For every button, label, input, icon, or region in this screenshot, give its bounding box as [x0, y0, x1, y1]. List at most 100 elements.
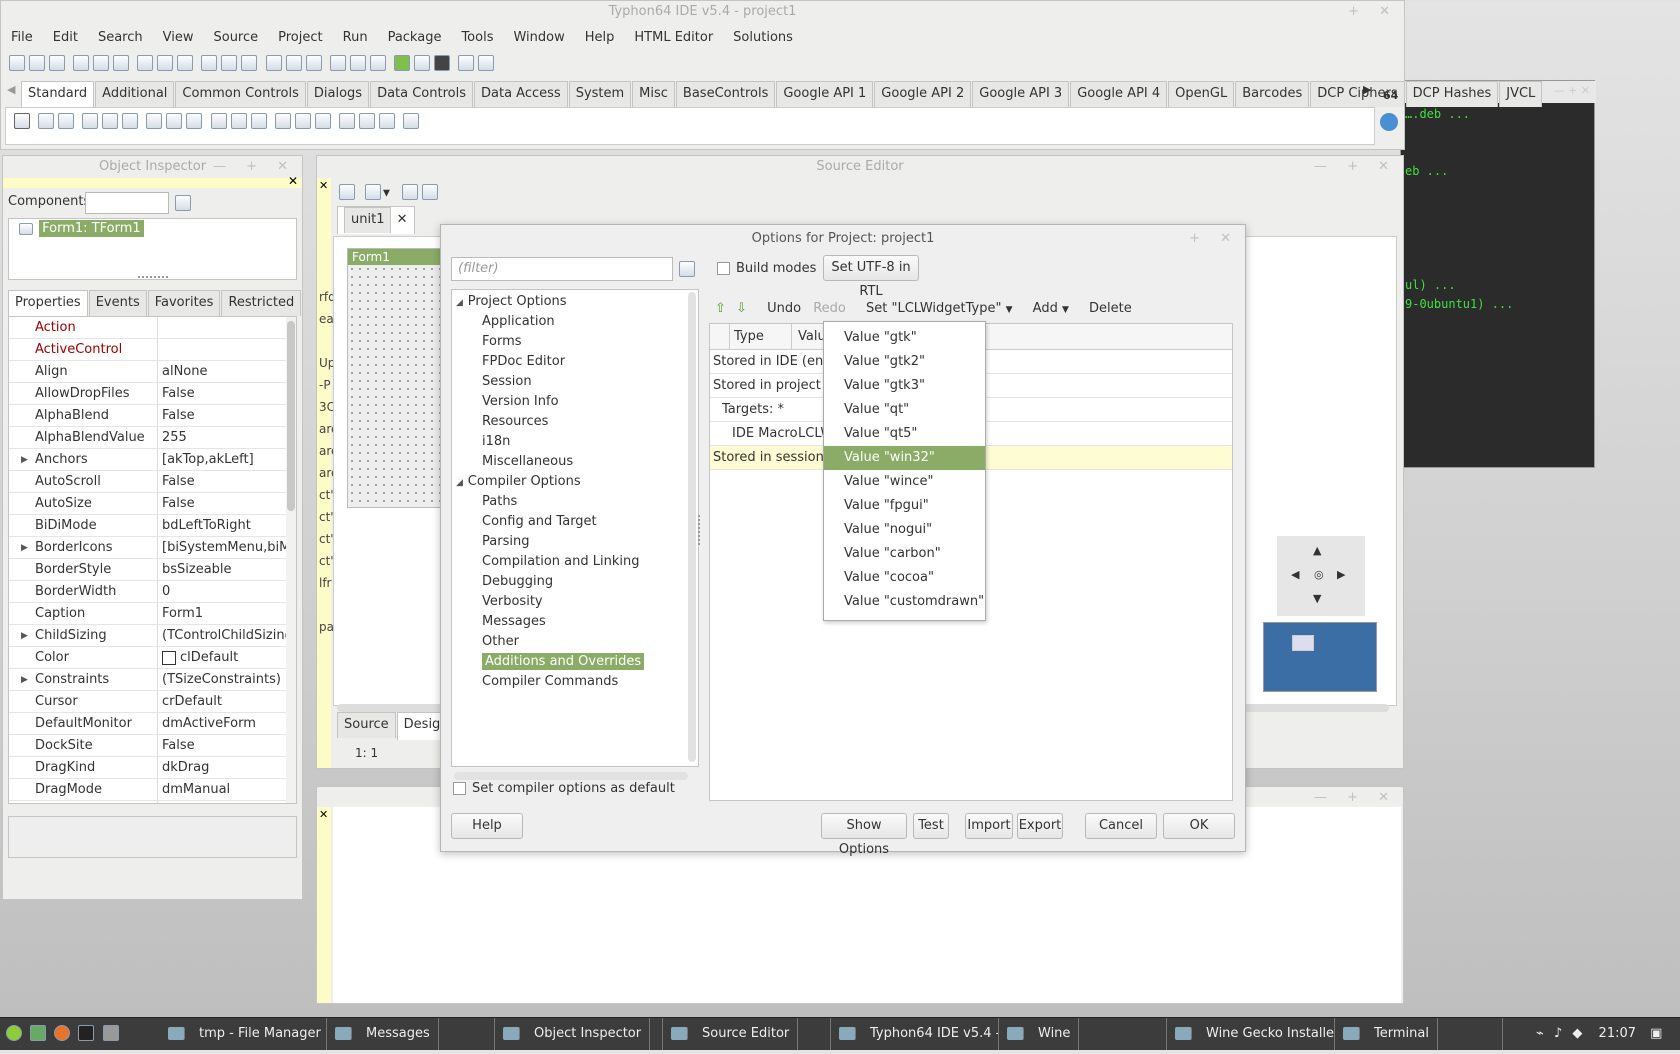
dropdown-option[interactable]: Value "qt5": [824, 422, 985, 446]
property-row[interactable]: Cursor crDefault: [9, 691, 296, 713]
form-caption-bar[interactable]: Form1: [348, 249, 446, 265]
menu-icon[interactable]: [6, 1025, 22, 1041]
palette-tab-misc[interactable]: Misc: [632, 81, 675, 107]
step-into-icon[interactable]: [457, 55, 474, 71]
toggle-form-icon[interactable]: [305, 55, 322, 71]
dropdown-option[interactable]: Value "customdrawn": [824, 590, 985, 614]
groupbox-component-icon[interactable]: [294, 113, 311, 129]
palette-tab-opengl[interactable]: OpenGL: [1168, 81, 1235, 107]
se-close-icon[interactable]: ✕: [317, 179, 328, 192]
property-row[interactable]: DragKind dkDrag: [9, 757, 296, 779]
togglebox-component-icon[interactable]: [166, 113, 183, 129]
menu-view[interactable]: View: [163, 30, 194, 45]
menu-project[interactable]: Project: [278, 30, 322, 45]
tab-source[interactable]: Source: [337, 712, 396, 738]
forms-icon[interactable]: [285, 55, 302, 71]
palette-tab-dcp-hashes[interactable]: DCP Hashes: [1405, 81, 1499, 107]
components-filter-input[interactable]: [85, 192, 169, 214]
run-icon[interactable]: [393, 55, 410, 71]
palette-tab-google-api-4[interactable]: Google API 4: [1070, 81, 1168, 107]
oi-splitter[interactable]: [138, 276, 168, 280]
download-arrow-icon[interactable]: [1380, 113, 1398, 131]
expand-arrow-icon[interactable]: ▶: [21, 669, 28, 691]
panel-component-icon[interactable]: [358, 113, 375, 129]
build-mode-icon[interactable]: [349, 55, 366, 71]
oi-tab-restricted[interactable]: Restricted: [221, 290, 302, 316]
window-controls[interactable]: + ✕: [1348, 1, 1398, 23]
open-icon[interactable]: [73, 55, 90, 71]
dropdown-option[interactable]: Value "win32": [824, 446, 985, 470]
stop-icon[interactable]: [433, 55, 450, 71]
palette-tab-common-controls[interactable]: Common Controls: [175, 81, 306, 107]
splitter-handle[interactable]: [698, 515, 702, 545]
save-all-icon[interactable]: [221, 55, 238, 71]
property-row[interactable]: Action: [9, 317, 296, 339]
new-project-icon[interactable]: [137, 55, 154, 71]
property-row[interactable]: AlphaBlend False: [9, 405, 296, 427]
property-row[interactable]: ActiveControl: [9, 339, 296, 361]
oi-tab-events[interactable]: Events: [88, 290, 147, 316]
clock[interactable]: 21:07: [1599, 1026, 1636, 1041]
property-row[interactable]: BiDiMode bdLeftToRight: [9, 515, 296, 537]
update-icon[interactable]: ▣: [1650, 1026, 1662, 1041]
label-component-icon[interactable]: [102, 113, 119, 129]
nav-down-icon[interactable]: ▼: [1313, 592, 1321, 605]
menu-package[interactable]: Package: [388, 30, 442, 45]
options-tree-item[interactable]: Other: [456, 632, 698, 652]
dialog-window-controls[interactable]: + ✕: [1189, 225, 1239, 253]
undo-button[interactable]: Undo: [767, 301, 801, 316]
property-row[interactable]: DragMode dmManual: [9, 779, 296, 801]
firefox-icon[interactable]: [54, 1025, 71, 1041]
options-tree-item[interactable]: Application: [456, 312, 698, 332]
dropdown-option[interactable]: Value "gtk3": [824, 374, 985, 398]
expand-arrow-icon[interactable]: ▶: [21, 537, 28, 559]
menu-source[interactable]: Source: [213, 30, 258, 45]
shield-icon[interactable]: ◆: [1572, 1026, 1582, 1041]
palette-scroll-left-icon[interactable]: ◀: [7, 83, 15, 96]
palette-tab-standard[interactable]: Standard: [21, 81, 95, 109]
taskbar-item[interactable]: Object Inspector: [495, 1018, 663, 1050]
open-unit-icon[interactable]: [365, 184, 381, 200]
files-launcher-icon[interactable]: [102, 1025, 119, 1041]
build-modes-checkbox[interactable]: Build modes: [717, 261, 816, 276]
dropdown-option[interactable]: Value "qt": [824, 398, 985, 422]
nav-right-icon[interactable]: ▶: [1337, 568, 1345, 581]
tab-unit1[interactable]: unit1 ✕: [337, 206, 415, 234]
radiogroup-component-icon[interactable]: [314, 113, 331, 129]
combobox-component-icon[interactable]: [250, 113, 267, 129]
property-row[interactable]: AllowDropFiles False: [9, 383, 296, 405]
property-row[interactable]: Align alNone: [9, 361, 296, 383]
options-tree-item[interactable]: Forms: [456, 332, 698, 352]
taskbar-item[interactable]: Messages: [327, 1018, 495, 1050]
checkgroup-component-icon[interactable]: [338, 113, 355, 129]
tree-collapse-icon[interactable]: ◢: [456, 478, 466, 488]
forward-icon[interactable]: [422, 184, 439, 200]
cancel-button[interactable]: Cancel: [1085, 813, 1157, 839]
memo-component-icon[interactable]: [146, 113, 163, 129]
palette-tab-data-access[interactable]: Data Access: [474, 81, 568, 107]
options-tree-item[interactable]: Compiler Commands: [456, 672, 698, 692]
test-button[interactable]: Test: [913, 813, 949, 839]
menu-help[interactable]: Help: [585, 30, 615, 45]
scrollbar-component-icon[interactable]: [274, 113, 291, 129]
nav-left-icon[interactable]: ◀: [1291, 568, 1299, 581]
expand-arrow-icon[interactable]: ▶: [21, 449, 28, 471]
options-filter-clear-icon[interactable]: [679, 261, 695, 277]
property-row[interactable]: ▶ Constraints (TSizeConstraints): [9, 669, 296, 691]
tree-item-form1[interactable]: Form1: TForm1: [39, 220, 144, 237]
taskbar-item[interactable]: tmp - File Manager: [160, 1018, 327, 1050]
property-row[interactable]: BorderWidth 0: [9, 581, 296, 603]
property-row[interactable]: ▶ BorderIcons [biSystemMenu,biMinir: [9, 537, 296, 559]
checkbox-component-icon[interactable]: [186, 113, 203, 129]
menu-edit[interactable]: Edit: [53, 30, 78, 45]
new-form-icon[interactable]: [29, 55, 45, 71]
save-icon[interactable]: [201, 55, 218, 71]
help-button[interactable]: Help: [451, 813, 523, 839]
expand-arrow-icon[interactable]: ▶: [21, 625, 28, 647]
options-tree-item[interactable]: Additions and Overrides: [456, 652, 698, 672]
options-tree-item[interactable]: i18n: [456, 432, 698, 452]
volume-icon[interactable]: ♪: [1554, 1026, 1562, 1041]
palette-tab-data-controls[interactable]: Data Controls: [370, 81, 473, 107]
options-tree-item[interactable]: Compilation and Linking: [456, 552, 698, 572]
step-over-icon[interactable]: [477, 55, 494, 71]
